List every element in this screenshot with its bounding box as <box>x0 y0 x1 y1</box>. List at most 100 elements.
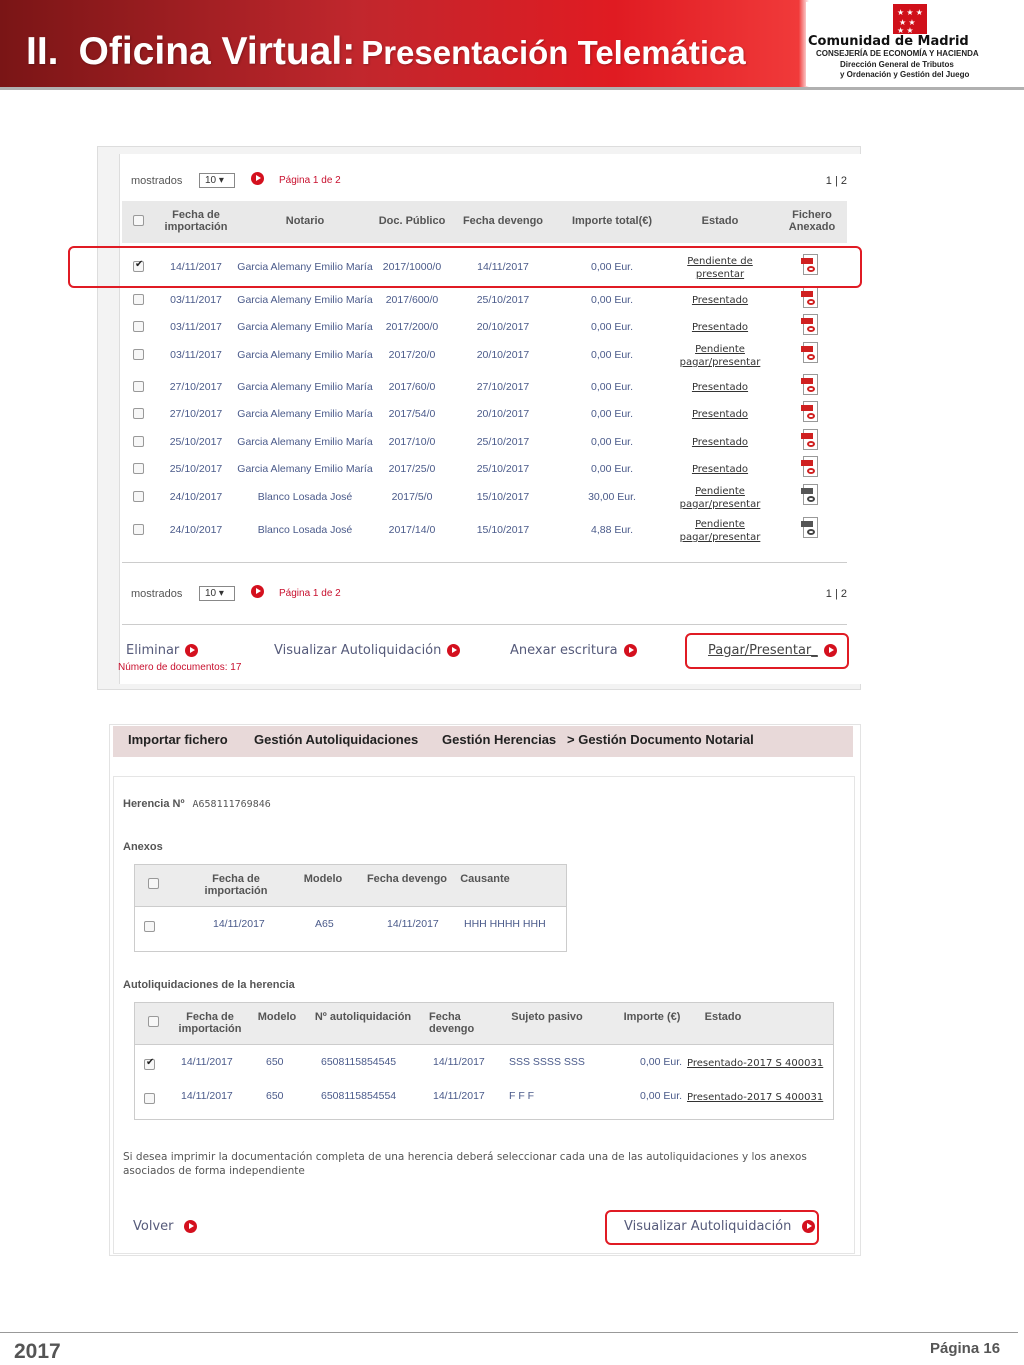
row-checkbox[interactable] <box>133 463 144 474</box>
table-row[interactable]: 25/10/2017 Garcia Alemany Emilio María 201… <box>122 429 847 462</box>
col-sujeto: Sujeto pasivo <box>511 1011 583 1023</box>
cell-devengo: 27/10/2017 <box>476 381 530 393</box>
table-row[interactable]: 27/10/2017 Garcia Alemany Emilio María 201… <box>122 374 847 407</box>
table-row[interactable]: 24/10/2017 Blanco Losada José 2017/5/0 15/1… <box>122 484 847 517</box>
page-links[interactable]: 1 | 2 <box>826 175 847 187</box>
cell-notario: Garcia Alemany Emilio María <box>237 294 373 306</box>
row-checkbox[interactable] <box>144 1093 155 1104</box>
cell-estado[interactable]: Presentado <box>674 294 766 307</box>
select-all-checkbox[interactable] <box>148 878 159 889</box>
cell-estado[interactable]: Pendiente pagar/presentar <box>674 518 766 544</box>
cell-notario: Blanco Losada José <box>257 491 353 503</box>
row-checkbox[interactable] <box>133 294 144 305</box>
herencia-field: Herencia Nº A658111769846 <box>123 798 271 810</box>
select-all-checkbox[interactable] <box>148 1016 159 1027</box>
cell-doc: 2017/5/0 <box>391 491 433 503</box>
cell-doc: 2017/600/0 <box>385 294 439 306</box>
pdf-icon[interactable] <box>801 287 819 309</box>
autoliquidaciones-title: Autoliquidaciones de la herencia <box>123 979 295 991</box>
pdf-icon[interactable] <box>801 456 819 478</box>
pager-label: mostrados <box>131 175 183 187</box>
volver-button[interactable]: Volver <box>133 1219 197 1234</box>
divider <box>122 562 847 563</box>
document-list-panel: mostrados 10 ▾ Página 1 de 2 1 | 2 Fecha… <box>118 154 861 684</box>
next-page-icon[interactable] <box>251 585 264 598</box>
nav-gestion-herencias[interactable]: Gestión Herencias <box>442 732 556 747</box>
col-fecha: Fecha de importación <box>178 1011 242 1035</box>
cell-notario: Blanco Losada José <box>257 524 353 536</box>
auto-modelo: 650 <box>266 1056 284 1068</box>
cell-fecha: 24/10/2017 <box>169 491 223 503</box>
col-importe: Importe total(€) <box>571 215 653 227</box>
pager-top: mostrados 10 ▾ Página 1 de 2 1 | 2 <box>131 170 847 194</box>
anexos-title: Anexos <box>123 841 163 853</box>
auto-fecha: 14/11/2017 <box>181 1090 233 1102</box>
visualizar-autoliquidacion-button[interactable]: Visualizar Autoliquidación <box>274 643 461 658</box>
pdf-icon[interactable] <box>801 314 819 336</box>
col-doc: Doc. Público <box>378 215 446 227</box>
cell-notario: Garcia Alemany Emilio María <box>237 349 373 361</box>
select-all-checkbox[interactable] <box>133 215 144 226</box>
page-size-select[interactable]: 10 ▾ <box>199 173 235 188</box>
auto-estado[interactable]: Presentado-2017 S 400031 <box>687 1092 823 1103</box>
auto-num: 6508115854554 <box>321 1090 397 1102</box>
pdf-icon[interactable] <box>801 517 819 539</box>
row-checkbox[interactable] <box>133 524 144 535</box>
nav-current[interactable]: > Gestión Documento Notarial <box>567 732 754 747</box>
cell-estado[interactable]: Presentado <box>674 436 766 449</box>
page-links[interactable]: 1 | 2 <box>826 588 847 600</box>
table-row[interactable]: 27/10/2017 Garcia Alemany Emilio María 201… <box>122 401 847 434</box>
row-checkbox[interactable] <box>144 921 155 932</box>
row-checkbox[interactable] <box>133 491 144 502</box>
cell-devengo: 25/10/2017 <box>476 436 530 448</box>
cell-estado[interactable]: Presentado <box>674 321 766 334</box>
auto-estado[interactable]: Presentado-2017 S 400031 <box>687 1058 823 1069</box>
pdf-icon[interactable] <box>801 374 819 396</box>
cell-doc: 2017/54/0 <box>388 408 436 420</box>
autoliquidaciones-table: Fecha de importación Modelo Nº autoliqui… <box>134 1002 834 1120</box>
cell-estado[interactable]: Presentado <box>674 408 766 421</box>
slide-title: II. Oficina Virtual: Presentación Telemáti… <box>26 30 746 74</box>
cell-estado[interactable]: Presentado <box>674 463 766 476</box>
table-row[interactable]: 24/10/2017 Blanco Losada José 2017/14/0 15/… <box>122 517 847 550</box>
document-count: Número de documentos: 17 <box>118 662 242 673</box>
cell-devengo: 20/10/2017 <box>476 321 530 333</box>
cell-importe: 0,00 Eur. <box>590 408 634 420</box>
cell-estado[interactable]: Pendiente pagar/presentar <box>674 485 766 511</box>
page-indicator: Página 1 de 2 <box>279 588 341 599</box>
top-navigation: Importar fichero Gestión Autoliquidacion… <box>113 726 853 757</box>
cell-doc: 2017/10/0 <box>388 436 436 448</box>
nav-gestion-autoliquidaciones[interactable]: Gestión Autoliquidaciones <box>254 732 418 747</box>
page-size-select[interactable]: 10 ▾ <box>199 586 235 601</box>
cell-doc: 2017/25/0 <box>388 463 436 475</box>
pdf-icon[interactable] <box>801 401 819 423</box>
pdf-icon[interactable] <box>801 342 819 364</box>
row-checkbox[interactable] <box>133 436 144 447</box>
anexar-escritura-button[interactable]: Anexar escritura <box>510 643 637 658</box>
auto-num: 6508115854545 <box>321 1056 397 1068</box>
row-checkbox[interactable] <box>133 408 144 419</box>
row-checkbox[interactable] <box>144 1057 155 1070</box>
col-num: Nº autoliquidación <box>314 1011 412 1023</box>
anexos-table: Fecha de importación Modelo Fecha deveng… <box>134 864 567 952</box>
cell-estado[interactable]: Presentado <box>674 381 766 394</box>
col-devengo: Fecha devengo <box>429 1011 475 1035</box>
footer-year: 2017 <box>14 1340 61 1363</box>
row-checkbox[interactable] <box>133 321 144 332</box>
table-row[interactable]: 03/11/2017 Garcia Alemany Emilio María 201… <box>122 287 847 320</box>
pdf-icon[interactable] <box>801 484 819 506</box>
cell-fecha: 25/10/2017 <box>169 463 223 475</box>
eliminar-button[interactable]: Eliminar <box>126 643 199 658</box>
org-name: Comunidad de Madrid <box>808 34 969 49</box>
madrid-flag-icon: ★ ★ ★ ★ ★ ★ ★ <box>893 4 927 35</box>
nav-importar[interactable]: Importar fichero <box>128 732 228 747</box>
row-checkbox[interactable] <box>133 381 144 392</box>
col-estado: Estado <box>704 1011 742 1023</box>
cell-estado[interactable]: Pendiente pagar/presentar <box>674 343 766 369</box>
table-row[interactable]: 03/11/2017 Garcia Alemany Emilio María 201… <box>122 342 847 375</box>
col-modelo: Modelo <box>257 1011 297 1023</box>
row-checkbox[interactable] <box>133 349 144 360</box>
anexo-modelo: A65 <box>315 918 334 930</box>
pdf-icon[interactable] <box>801 429 819 451</box>
next-page-icon[interactable] <box>251 172 264 185</box>
